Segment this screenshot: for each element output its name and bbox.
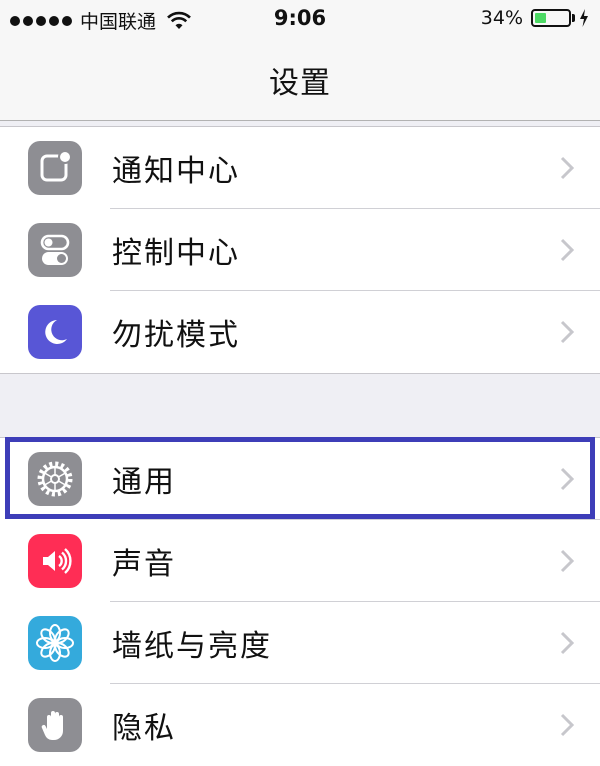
- row-label: 控制中心: [112, 236, 240, 271]
- chevron-right-icon: [560, 467, 574, 491]
- settings-group-2: 通用 声音 墙纸与亮度 隐私: [0, 437, 600, 766]
- moon-icon: [28, 305, 82, 359]
- row-sounds[interactable]: 声音: [0, 520, 600, 602]
- battery-icon: [531, 9, 571, 27]
- row-label: 隐私: [112, 711, 176, 746]
- row-general[interactable]: 通用: [0, 438, 600, 520]
- row-do-not-disturb[interactable]: 勿扰模式: [0, 291, 600, 373]
- row-label: 勿扰模式: [112, 318, 240, 353]
- charging-bolt-icon: [580, 9, 588, 27]
- row-label: 声音: [112, 547, 176, 582]
- chevron-right-icon: [560, 631, 574, 655]
- row-label: 通用: [112, 465, 176, 500]
- hand-icon: [28, 698, 82, 752]
- row-control-center[interactable]: 控制中心: [0, 209, 600, 291]
- row-privacy[interactable]: 隐私: [0, 684, 600, 766]
- chevron-right-icon: [560, 549, 574, 573]
- chevron-right-icon: [560, 320, 574, 344]
- row-label: 墙纸与亮度: [112, 629, 272, 664]
- row-label: 通知中心: [112, 154, 240, 189]
- control-center-icon: [28, 223, 82, 277]
- status-bar: 中国联通 9:06 34%: [0, 0, 600, 40]
- settings-group-1: 通知中心 控制中心 勿扰模式: [0, 126, 600, 374]
- chevron-right-icon: [560, 238, 574, 262]
- flower-icon: [28, 616, 82, 670]
- chevron-right-icon: [560, 713, 574, 737]
- battery-level-fill: [535, 13, 546, 23]
- gear-icon: [28, 452, 82, 506]
- speaker-icon: [28, 534, 82, 588]
- row-notification-center[interactable]: 通知中心: [0, 127, 600, 209]
- notification-center-icon: [28, 141, 82, 195]
- navigation-bar: 设置: [0, 40, 600, 121]
- row-wallpaper-brightness[interactable]: 墙纸与亮度: [0, 602, 600, 684]
- status-right: 34%: [481, 7, 590, 29]
- battery-cap: [572, 14, 575, 22]
- battery-percent: 34%: [480, 7, 523, 29]
- chevron-right-icon: [560, 156, 574, 180]
- page-title: 设置: [269, 66, 331, 101]
